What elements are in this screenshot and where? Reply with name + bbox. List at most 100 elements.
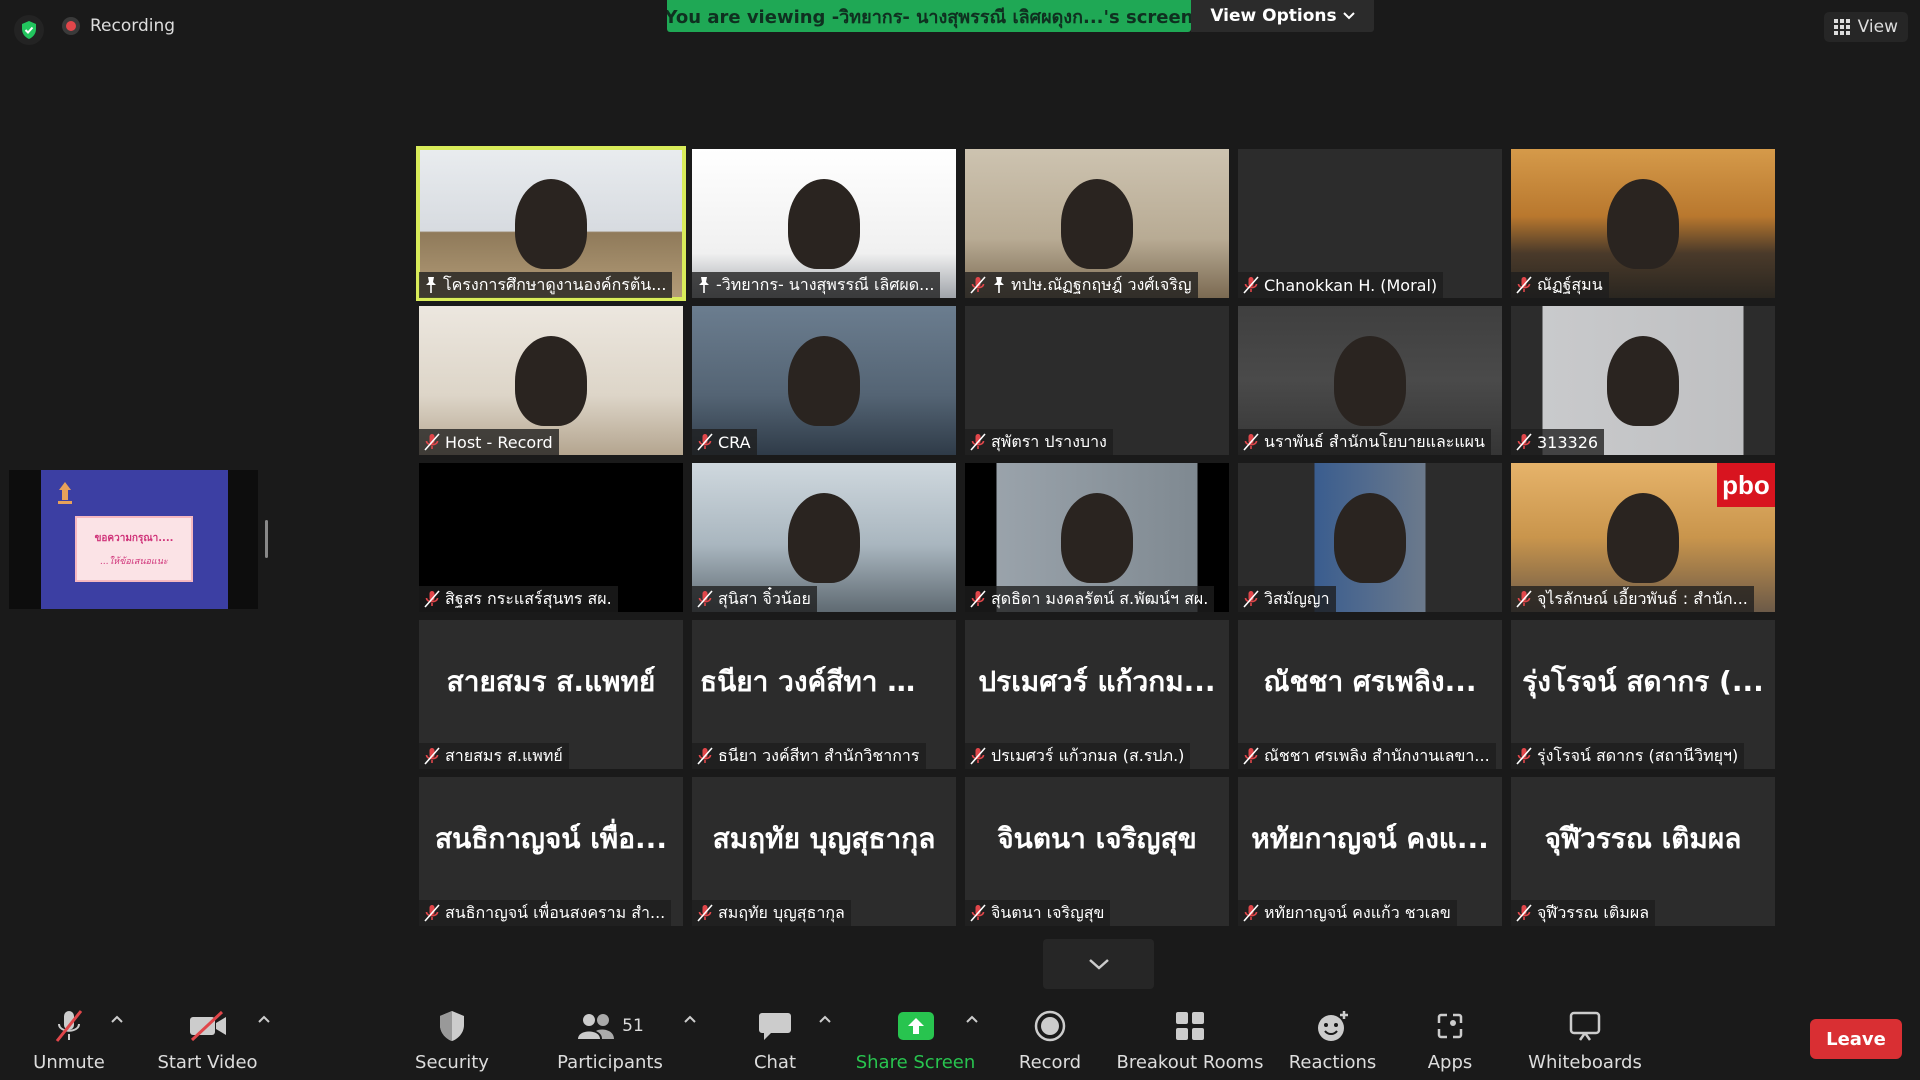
pin-icon	[426, 277, 436, 293]
participant-tile[interactable]: ทปษ.ณัฏฐกฤษฎ์ วงศ์เจริญ	[965, 149, 1229, 298]
participant-display-name: สายสมร ส.แพทย์	[446, 665, 656, 698]
participant-video-figure	[1334, 336, 1406, 426]
participant-name: รุ่งโรจน์ สดากร (สถานีวิทยุฯ)	[1537, 745, 1739, 765]
view-options-label: View Options	[1210, 6, 1337, 26]
chat-label: Chat	[753, 1052, 797, 1073]
participant-name: ปรเมศวร์ แก้วกมล (ส.รปภ.)	[991, 745, 1185, 765]
participant-tile[interactable]: สุดธิดา มงคลรัตน์ ส.พัฒน์ฯ สผ.	[965, 463, 1229, 612]
whiteboards-button[interactable]: Whiteboards	[1525, 990, 1645, 1080]
mic-muted-icon	[970, 276, 986, 294]
participant-display-name: จุฬีวรรณ เติมผล	[1544, 822, 1742, 855]
start-video-button[interactable]: Start Video	[155, 990, 260, 1080]
participant-video-figure	[788, 179, 860, 269]
participant-name-label: CRA	[692, 429, 757, 455]
participant-name-label: โครงการศึกษาดูงานองค์กรต้น...	[419, 272, 673, 298]
mic-muted-icon	[1243, 433, 1259, 451]
participant-tile[interactable]: 313326	[1511, 306, 1775, 455]
participant-name-label: หทัยกาญจน์ คงแก้ว ชวเลข	[1238, 900, 1457, 926]
participant-tile[interactable]: นราพันธ์ สำนักนโยบายและแผน	[1238, 306, 1502, 455]
mic-muted-icon	[697, 904, 713, 922]
security-button[interactable]: Security	[412, 990, 492, 1080]
mic-muted-icon	[970, 433, 986, 451]
participant-name: ณัชชา ศรเพลิง สำนักงานเลขา...	[1264, 745, 1490, 765]
participant-tile[interactable]: สมฤทัย บุญสุธากุล สมฤทัย บุญสุธากุล	[692, 777, 956, 926]
participant-display-name: ปรเมศวร์ แก้วกม...	[978, 665, 1216, 698]
chat-bubble-icon	[759, 1013, 791, 1040]
participant-name: สนธิกาญจน์ เพื่อนสงคราม สำ...	[445, 902, 666, 922]
participant-video-figure	[515, 179, 587, 269]
institution-logo-icon	[58, 482, 72, 504]
leave-button[interactable]: Leave	[1810, 1019, 1902, 1059]
participant-tile[interactable]: สนธิกาญจน์ เพื่อ... สนธิกาญจน์ เพื่อนสงคร…	[419, 777, 683, 926]
participant-tile[interactable]: ณัชชา ศรเพลิง... ณัชชา ศรเพลิง สำนักงานเล…	[1238, 620, 1502, 769]
reactions-button[interactable]: Reactions	[1285, 990, 1380, 1080]
participant-tile[interactable]: หทัยกาญจน์ คงแ... หทัยกาญจน์ คงแก้ว ชวเลข	[1238, 777, 1502, 926]
participant-tile[interactable]: โครงการศึกษาดูงานองค์กรต้น...	[416, 146, 686, 301]
recording-indicator[interactable]: Recording	[62, 16, 175, 36]
participant-display-name: สนธิกาญจน์ เพื่อ...	[435, 822, 667, 855]
view-button[interactable]: View	[1823, 12, 1908, 42]
apps-button[interactable]: Apps	[1410, 990, 1490, 1080]
participants-icon	[578, 1014, 615, 1039]
share-options-caret-icon[interactable]	[965, 1012, 979, 1026]
record-button[interactable]: Record	[1010, 990, 1090, 1080]
pin-icon	[994, 277, 1004, 293]
record-label: Record	[1018, 1052, 1082, 1073]
participant-name-label: สุดธิดา มงคลรัตน์ ส.พัฒน์ฯ สผ.	[965, 586, 1215, 612]
show-more-participants-button[interactable]	[1043, 939, 1154, 989]
chat-button[interactable]: Chat	[735, 990, 815, 1080]
thumbnail-resize-handle[interactable]	[265, 520, 268, 558]
chat-options-caret-icon[interactable]	[818, 1012, 832, 1026]
breakout-rooms-button[interactable]: Breakout Rooms	[1116, 990, 1264, 1080]
participant-tile[interactable]: สุนิสา จิ๋วน้อย	[692, 463, 956, 612]
participants-options-caret-icon[interactable]	[683, 1012, 697, 1026]
participant-tile[interactable]: ธนียา วงค์สีทา สำ... ธนียา วงค์สีทา สำนัก…	[692, 620, 956, 769]
unmute-button[interactable]: Unmute	[26, 990, 112, 1080]
participant-tile[interactable]: ณัฏฐ์สุมน	[1511, 149, 1775, 298]
participant-tile[interactable]: รุ่งโรจน์ สดากร (... รุ่งโรจน์ สดากร (สถา…	[1511, 620, 1775, 769]
meeting-toolbar: Unmute Start Video Security 51 Participa…	[0, 990, 1920, 1080]
mic-muted-icon	[424, 433, 440, 451]
participant-name: จุไรลักษณ์ เอี้ยวพันธ์ : สำนัก...	[1537, 588, 1748, 608]
shared-screen-thumbnail[interactable]: ขอความกรุณา.... ...ให้ข้อเสนอแนะ	[9, 470, 258, 609]
participant-tile[interactable]: -วิทยากร- นางสุพรรณี เลิศผด...	[692, 149, 956, 298]
participant-tile[interactable]: สุพัตรา ปรางบาง	[965, 306, 1229, 455]
participant-tile[interactable]: CRA	[692, 306, 956, 455]
participant-name-label: สิฐสร กระแสร์สุนทร สผ.	[419, 586, 618, 612]
participant-video-figure	[515, 336, 587, 426]
participant-name: สมฤทัย บุญสุธากุล	[718, 902, 845, 922]
video-options-caret-icon[interactable]	[257, 1012, 271, 1026]
audio-options-caret-icon[interactable]	[110, 1012, 124, 1026]
pbo-logo: pbo	[1717, 463, 1775, 507]
participant-name-label: นราพันธ์ สำนักนโยบายและแผน	[1238, 429, 1491, 455]
participant-name-label: ณัชชา ศรเพลิง สำนักงานเลขา...	[1238, 743, 1496, 769]
mic-muted-icon	[1516, 590, 1532, 608]
participant-tile[interactable]: pbo จุไรลักษณ์ เอี้ยวพันธ์ : สำนัก...	[1511, 463, 1775, 612]
participant-tile[interactable]: ปรเมศวร์ แก้วกม... ปรเมศวร์ แก้วกมล (ส.รป…	[965, 620, 1229, 769]
view-options-button[interactable]: View Options	[1191, 0, 1374, 32]
participant-name-label: จินตนา เจริญสุข	[965, 900, 1111, 926]
participant-name-label: -วิทยากร- นางสุพรรณี เลิศผด...	[692, 272, 941, 298]
participant-tile[interactable]: จุฬีวรรณ เติมผล จุฬีวรรณ เติมผล	[1511, 777, 1775, 926]
share-screen-button[interactable]: Share Screen	[856, 990, 975, 1080]
unmute-label: Unmute	[33, 1052, 105, 1073]
participant-tile[interactable]: Host - Record	[419, 306, 683, 455]
participant-name: ณัฏฐ์สุมน	[1537, 274, 1603, 294]
participant-name-label: ทปษ.ณัฏฐกฤษฎ์ วงศ์เจริญ	[965, 272, 1198, 298]
participant-tile[interactable]: จินตนา เจริญสุข จินตนา เจริญสุข	[965, 777, 1229, 926]
participants-button[interactable]: 51 Participants	[555, 990, 665, 1080]
whiteboards-label: Whiteboards	[1528, 1052, 1642, 1073]
participant-name-label: สายสมร ส.แพทย์	[419, 743, 569, 769]
participant-name: สุดธิดา มงคลรัตน์ ส.พัฒน์ฯ สผ.	[991, 588, 1209, 608]
participant-tile[interactable]: สิฐสร กระแสร์สุนทร สผ.	[419, 463, 683, 612]
participant-name-label: รุ่งโรจน์ สดากร (สถานีวิทยุฯ)	[1511, 743, 1745, 769]
encryption-shield-icon[interactable]	[14, 15, 44, 45]
whiteboard-icon	[1569, 1011, 1601, 1041]
view-label: View	[1857, 17, 1898, 37]
participant-tile[interactable]: วิสมัญญา	[1238, 463, 1502, 612]
participant-name-label: จุไรลักษณ์ เอี้ยวพันธ์ : สำนัก...	[1511, 586, 1754, 612]
participant-tile[interactable]: สายสมร ส.แพทย์ สายสมร ส.แพทย์	[419, 620, 683, 769]
participant-display-name: จินตนา เจริญสุข	[997, 822, 1197, 855]
participant-tile[interactable]: Chanokkan H. (Moral)	[1238, 149, 1502, 298]
participant-name-label: สนธิกาญจน์ เพื่อนสงคราม สำ...	[419, 900, 672, 926]
